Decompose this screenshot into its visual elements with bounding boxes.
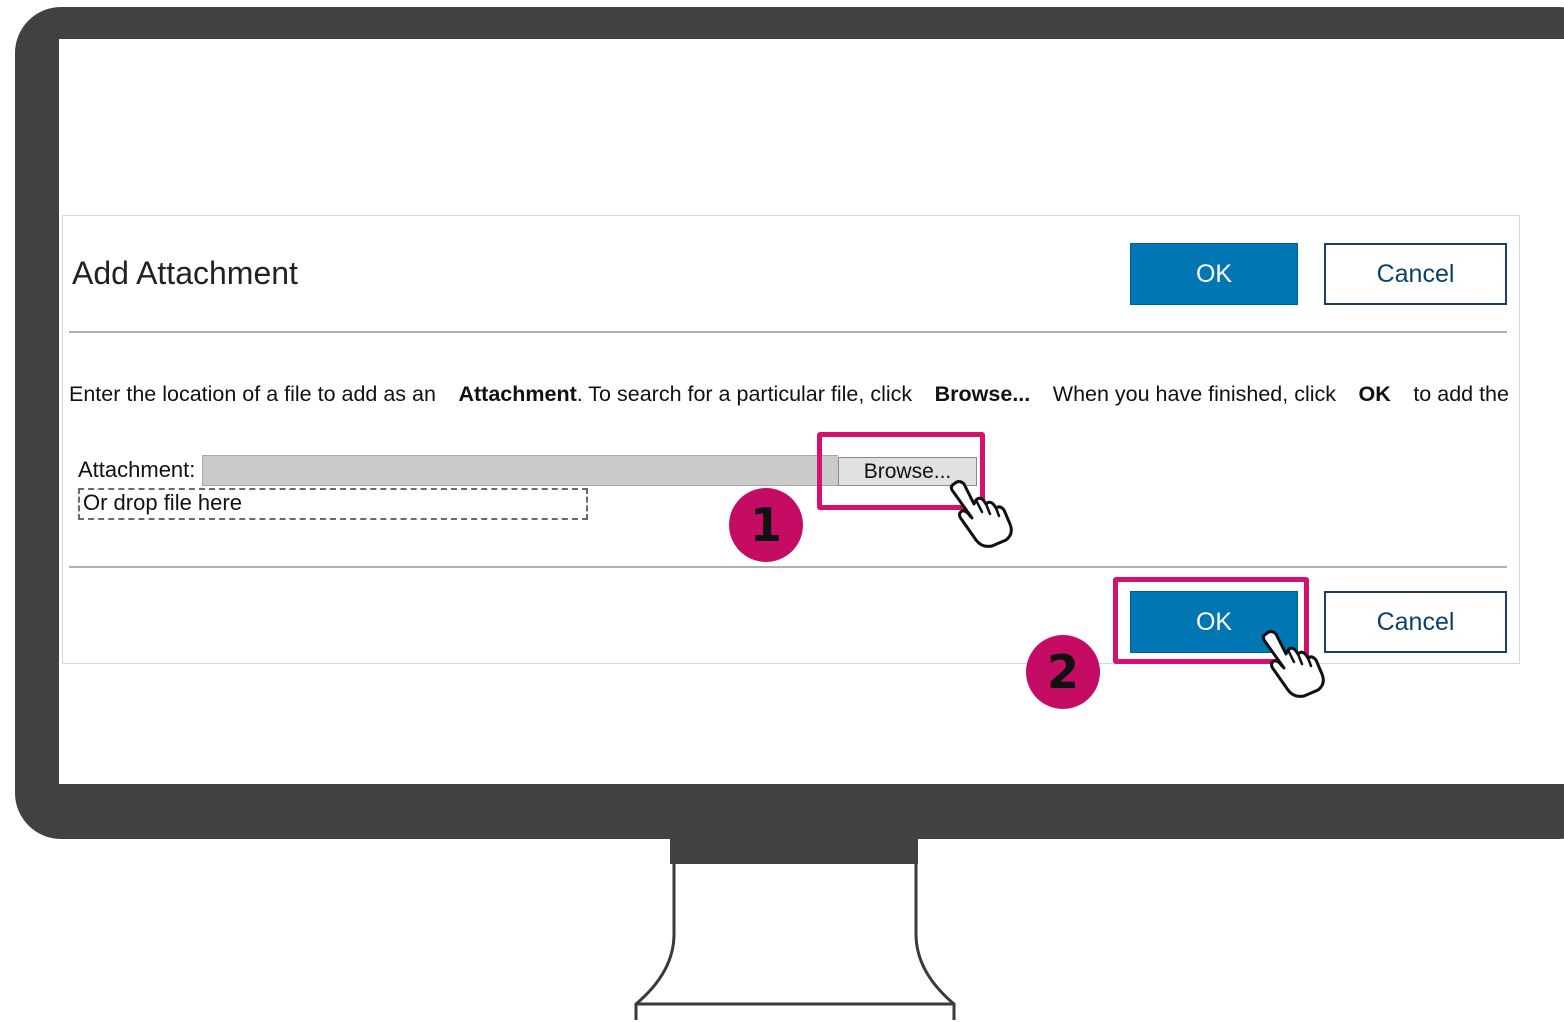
instructions-part4: to add the — [1413, 382, 1509, 406]
header-divider — [69, 331, 1507, 333]
monitor-screen: Add Attachment OK Cancel Enter the locat… — [59, 39, 1564, 784]
instructions-part2: . To search for a particular file, click — [576, 382, 913, 406]
ok-button-top[interactable]: OK — [1130, 243, 1298, 305]
hand-pointer-icon — [949, 480, 1013, 548]
instructions-text: Enter the location of a file to add as a… — [69, 382, 1509, 407]
instructions-bold-attachment: Attachment — [458, 382, 577, 406]
hand-pointer-icon — [1261, 630, 1325, 698]
monitor-neck — [670, 838, 918, 864]
cancel-button-top[interactable]: Cancel — [1324, 243, 1507, 305]
file-drop-zone[interactable]: Or drop file here — [78, 488, 588, 520]
attachment-file-input[interactable] — [202, 455, 838, 486]
footer-divider — [69, 566, 1507, 568]
instructions-part3: When you have finished, click — [1052, 382, 1337, 406]
dialog-title: Add Attachment — [72, 255, 298, 291]
instructions-part1: Enter the location of a file to add as a… — [69, 382, 436, 406]
instructions-bold-ok: OK — [1358, 382, 1391, 406]
step-1-badge: 1 — [729, 488, 803, 562]
instructions-bold-browse: Browse... — [934, 382, 1031, 406]
attachment-label: Attachment: — [78, 457, 196, 482]
cancel-button-bottom[interactable]: Cancel — [1324, 591, 1507, 653]
step-2-badge: 2 — [1026, 635, 1100, 709]
monitor-stand — [634, 864, 956, 1020]
